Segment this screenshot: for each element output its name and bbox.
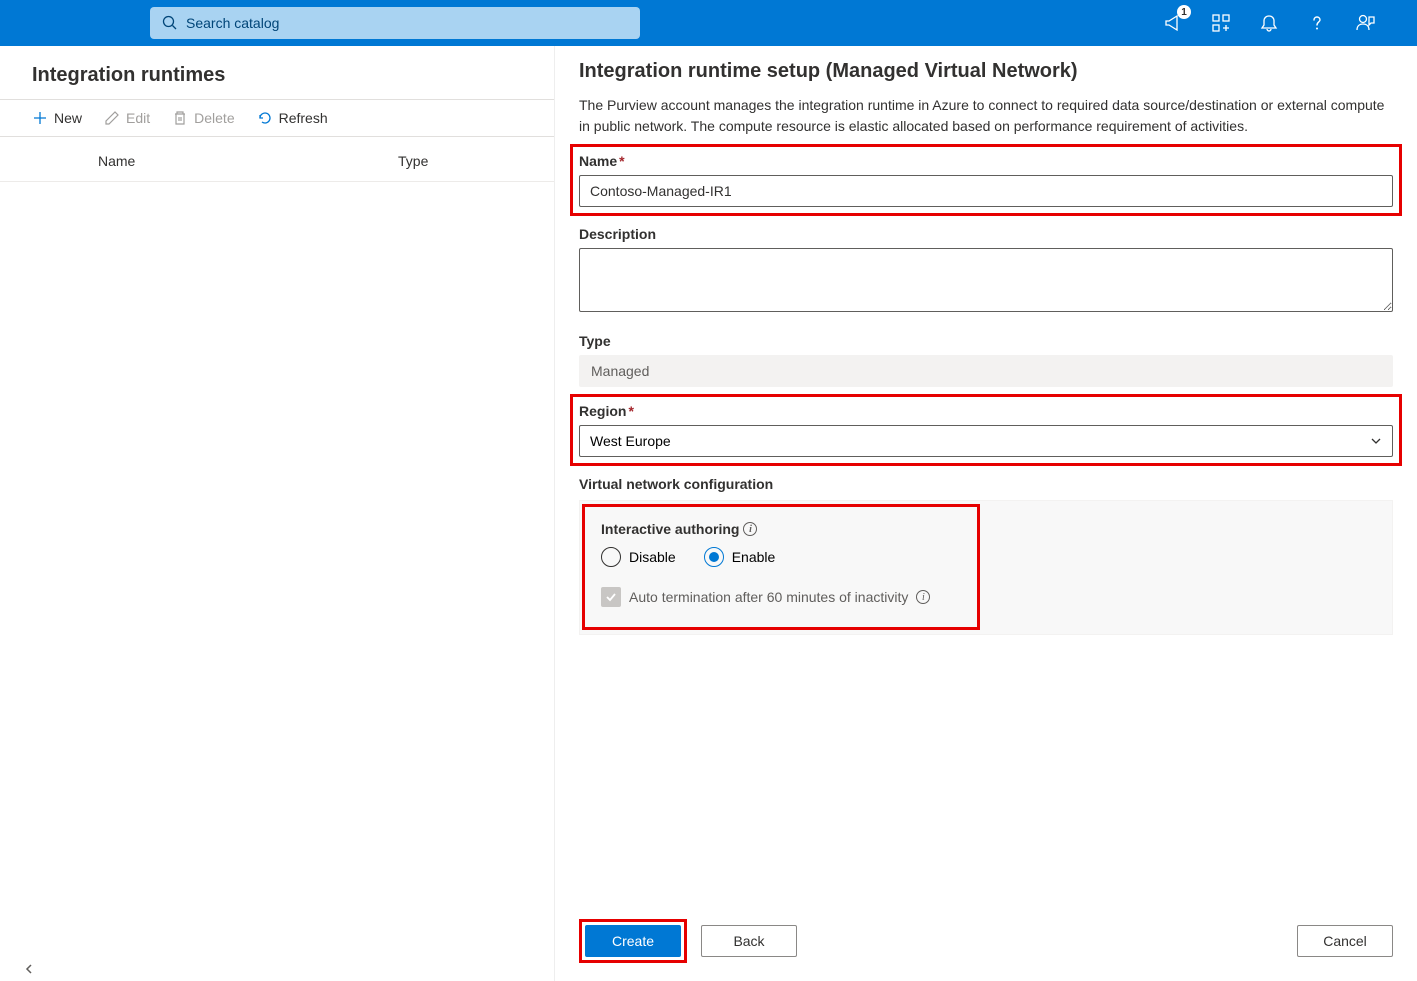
- name-highlight: Name*: [570, 144, 1402, 216]
- search-icon: [162, 15, 178, 31]
- cancel-button[interactable]: Cancel: [1297, 925, 1393, 957]
- guide-icon[interactable]: [1209, 11, 1233, 35]
- region-highlight: Region* West Europe: [570, 394, 1402, 466]
- delete-button: Delete: [172, 110, 234, 126]
- table-header: Name Type: [0, 137, 554, 182]
- back-button[interactable]: Back: [701, 925, 797, 957]
- refresh-button[interactable]: Refresh: [257, 110, 328, 126]
- vnet-section-label: Virtual network configuration: [579, 476, 1393, 492]
- interactive-highlight: Interactive authoring i Disable Enable: [582, 504, 980, 630]
- blade-title: Integration runtime setup (Managed Virtu…: [579, 60, 1393, 83]
- search-placeholder: Search catalog: [186, 15, 279, 31]
- name-input[interactable]: [579, 175, 1393, 207]
- setup-blade: Integration runtime setup (Managed Virtu…: [555, 46, 1417, 981]
- edit-button: Edit: [104, 110, 150, 126]
- toolbar: New Edit Delete Refresh: [0, 99, 554, 137]
- info-icon[interactable]: i: [743, 522, 757, 536]
- scroll-left-icon[interactable]: [22, 962, 36, 981]
- create-button[interactable]: Create: [585, 925, 681, 957]
- help-icon[interactable]: [1305, 11, 1329, 35]
- left-panel: Integration runtimes New Edit Delete Ref…: [0, 46, 555, 981]
- page-title: Integration runtimes: [0, 46, 554, 99]
- type-value: Managed: [579, 355, 1393, 387]
- topbar-actions: 1: [1161, 11, 1397, 35]
- info-icon[interactable]: i: [916, 590, 930, 604]
- vnet-config-box: Interactive authoring i Disable Enable: [579, 500, 1393, 635]
- description-textarea[interactable]: [579, 248, 1393, 312]
- type-label: Type: [579, 333, 1393, 349]
- top-bar: Search catalog 1: [0, 0, 1417, 46]
- refresh-icon: [257, 110, 273, 126]
- column-name[interactable]: Name: [98, 153, 398, 169]
- search-input[interactable]: Search catalog: [150, 7, 640, 39]
- description-label: Description: [579, 226, 1393, 242]
- trash-icon: [172, 110, 188, 126]
- column-type[interactable]: Type: [398, 153, 428, 169]
- create-highlight: Create: [579, 919, 687, 963]
- bell-icon[interactable]: [1257, 11, 1281, 35]
- blade-footer: Create Back Cancel: [579, 919, 1393, 963]
- radio-enable[interactable]: Enable: [704, 547, 776, 567]
- new-button[interactable]: New: [32, 110, 82, 126]
- interactive-authoring-label: Interactive authoring i: [601, 521, 961, 537]
- region-select[interactable]: West Europe: [579, 425, 1393, 457]
- checkbox-icon: [601, 587, 621, 607]
- radio-disable[interactable]: Disable: [601, 547, 676, 567]
- announcements-icon[interactable]: 1: [1161, 11, 1185, 35]
- feedback-icon[interactable]: [1353, 11, 1377, 35]
- name-label: Name*: [579, 153, 1393, 169]
- region-label: Region*: [579, 403, 1393, 419]
- auto-termination-checkbox: Auto termination after 60 minutes of ina…: [601, 587, 961, 607]
- notification-badge: 1: [1177, 5, 1191, 19]
- blade-description: The Purview account manages the integrat…: [579, 95, 1393, 137]
- plus-icon: [32, 110, 48, 126]
- pencil-icon: [104, 110, 120, 126]
- chevron-down-icon: [1370, 435, 1382, 447]
